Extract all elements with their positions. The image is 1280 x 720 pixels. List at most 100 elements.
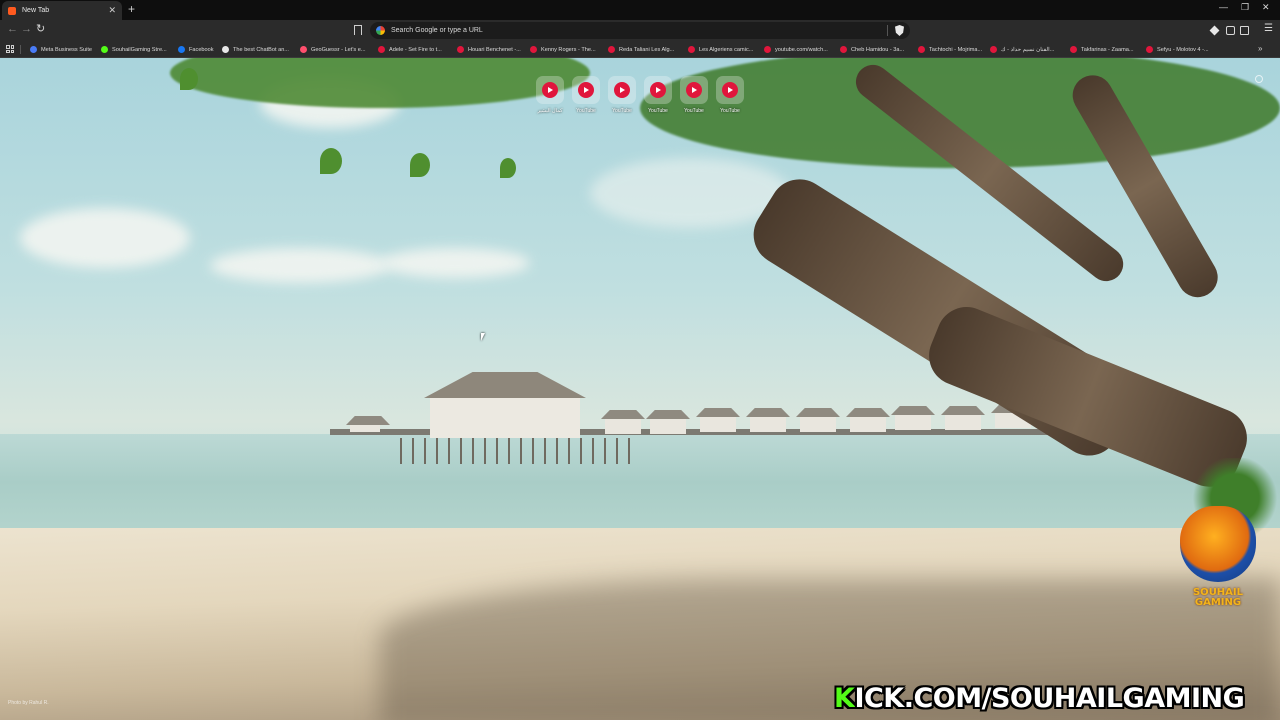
shortcut-icon-frame	[644, 76, 672, 104]
bookmark-item[interactable]: Meta Business Suite	[30, 44, 92, 55]
bookmark-item[interactable]: Reda Taliani Les Alg...	[608, 44, 674, 55]
bookmark-favicon-icon	[178, 46, 185, 53]
bookmark-label: Adele - Set Fire to t...	[389, 46, 442, 53]
bookmark-favicon-icon	[918, 46, 925, 53]
bookmark-item[interactable]: The best ChatBot an...	[222, 44, 289, 55]
bookmark-item[interactable]: Kenny Rogers - The...	[530, 44, 596, 55]
omnibox-divider	[887, 25, 888, 36]
bookmark-favicon-icon	[530, 46, 537, 53]
extensions-icon[interactable]	[1226, 26, 1235, 35]
omnibox-placeholder[interactable]: Search Google or type a URL	[391, 27, 483, 34]
bookmark-item[interactable]: youtube.com/watch...	[764, 44, 828, 55]
bookmark-label: GeoGuessr - Let's e...	[311, 46, 366, 53]
bookmark-label: SouhailGaming Stre...	[112, 46, 167, 53]
stilts	[400, 438, 630, 464]
tab-title: New Tab	[22, 7, 50, 14]
shortcut-label: YouTube	[648, 108, 668, 114]
bookmark-favicon-icon	[1070, 46, 1077, 53]
bookmarks-bar: » Meta Business Suite SouhailGaming Stre.…	[0, 41, 1280, 58]
bookmark-label: الفنان نسيم حداد - ك...	[1001, 46, 1055, 53]
water-villa	[605, 418, 641, 434]
bookmark-favicon-icon	[222, 46, 229, 53]
shortcut-tile[interactable]: كمال البشير	[535, 76, 565, 114]
bookmark-favicon-icon	[764, 46, 771, 53]
kick-url: ICK.COM/SOUHAILGAMING	[854, 683, 1245, 714]
bookmark-item[interactable]: الفنان نسيم حداد - ك...	[990, 44, 1054, 55]
bookmarks-divider	[20, 45, 21, 54]
bookmark-item[interactable]: Les Algeriens camic...	[688, 44, 753, 55]
shortcut-tile[interactable]: YouTube	[679, 76, 709, 114]
bookmark-favicon-icon	[1146, 46, 1153, 53]
omnibox[interactable]: Search Google or type a URL	[370, 22, 910, 39]
shortcut-tile[interactable]: YouTube	[643, 76, 673, 114]
water-villa	[895, 414, 931, 430]
water-villa	[650, 418, 686, 434]
rewards-icon[interactable]	[1209, 25, 1220, 36]
bookmarks-overflow-button[interactable]: »	[1258, 44, 1262, 53]
tab-strip: New Tab ✕ + — ❐ ✕	[0, 0, 1280, 20]
bookmark-label: The best ChatBot an...	[233, 46, 289, 53]
tab-close-icon[interactable]: ✕	[108, 6, 116, 15]
bookmark-favicon-icon	[30, 46, 37, 53]
water-villa	[750, 416, 786, 432]
menu-button[interactable]: ☰	[1264, 24, 1273, 34]
forward-button[interactable]: →	[21, 24, 32, 35]
water-villa	[700, 416, 736, 432]
leaf	[180, 68, 198, 90]
minimize-button[interactable]: —	[1219, 3, 1228, 12]
water-villa	[945, 414, 981, 430]
reload-button[interactable]: ↻	[36, 24, 45, 35]
tab-new-tab[interactable]: New Tab ✕	[2, 1, 122, 20]
shortcut-tile[interactable]: YouTube	[715, 76, 745, 114]
sidebar-icon[interactable]	[1240, 26, 1249, 35]
leaf	[320, 148, 342, 174]
bookmark-label: Houari Benchenet -...	[468, 46, 521, 53]
bookmark-item[interactable]: Facebook	[178, 44, 214, 55]
lion-logo-icon	[1180, 506, 1256, 582]
bookmark-label: Tachtochi - Mojrima...	[929, 46, 983, 53]
photo-credit: Photo by Rahul R.	[8, 700, 49, 706]
window-close-button[interactable]: ✕	[1262, 3, 1270, 12]
bookmark-icon[interactable]	[354, 25, 362, 35]
shortcut-icon-frame	[716, 76, 744, 104]
bookmark-favicon-icon	[990, 46, 997, 53]
bookmark-item[interactable]: Sefyu - Molotov 4 -...	[1146, 44, 1209, 55]
bookmark-label: Reda Taliani Les Alg...	[619, 46, 675, 53]
cloud	[210, 248, 390, 283]
shortcut-label: YouTube	[576, 108, 596, 114]
shortcut-label: كمال البشير	[537, 108, 563, 114]
maximize-button[interactable]: ❐	[1241, 3, 1249, 12]
water-villa	[850, 416, 886, 432]
bookmark-item[interactable]: Takfarinas - Zaama...	[1070, 44, 1134, 55]
bookmark-favicon-icon	[688, 46, 695, 53]
youtube-icon	[722, 82, 738, 98]
bookmark-item[interactable]: Houari Benchenet -...	[457, 44, 521, 55]
apps-grid-icon[interactable]	[6, 45, 14, 53]
google-icon	[376, 26, 385, 35]
youtube-icon	[542, 82, 558, 98]
shortcut-label: YouTube	[612, 108, 632, 114]
bookmark-item[interactable]: SouhailGaming Stre...	[101, 44, 167, 55]
logo-wordmark: SOUHAIL GAMING	[1172, 588, 1264, 608]
bookmark-favicon-icon	[457, 46, 464, 53]
shortcut-icon-frame	[536, 76, 564, 104]
bookmark-favicon-icon	[840, 46, 847, 53]
youtube-icon	[578, 82, 594, 98]
bookmark-item[interactable]: GeoGuessr - Let's e...	[300, 44, 366, 55]
bookmark-item[interactable]: Tachtochi - Mojrima...	[918, 44, 982, 55]
shortcut-icon-frame	[572, 76, 600, 104]
bookmark-label: Kenny Rogers - The...	[541, 46, 596, 53]
back-button[interactable]: ←	[7, 24, 18, 35]
brave-shields-icon[interactable]	[895, 25, 904, 36]
logo-line-2: GAMING	[1194, 597, 1242, 608]
bookmark-label: youtube.com/watch...	[775, 46, 828, 53]
shortcut-label: YouTube	[684, 108, 704, 114]
foliage	[170, 58, 590, 108]
bookmark-item[interactable]: Cheb Hamidou - 3a...	[840, 44, 904, 55]
new-tab-button[interactable]: +	[128, 3, 135, 15]
shortcut-tile[interactable]: YouTube	[571, 76, 601, 114]
bookmark-item[interactable]: Adele - Set Fire to t...	[378, 44, 442, 55]
shortcut-tile[interactable]: YouTube	[607, 76, 637, 114]
settings-icon[interactable]	[1255, 75, 1263, 83]
shortcut-label: YouTube	[720, 108, 740, 114]
